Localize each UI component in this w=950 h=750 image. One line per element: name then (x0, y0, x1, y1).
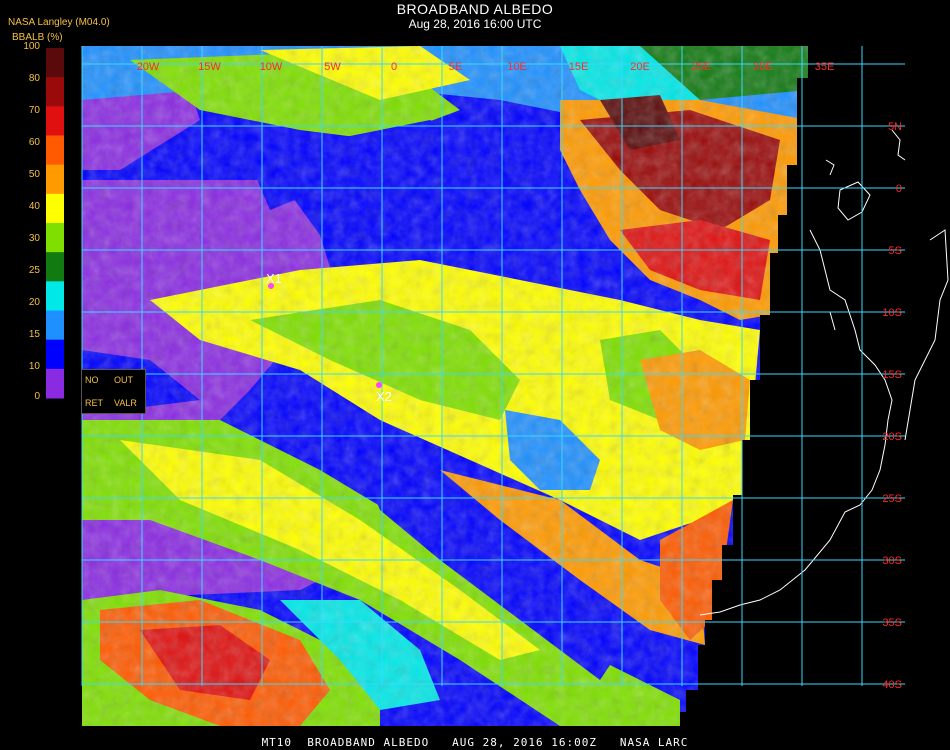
colorbar-tick-label: 40 (28, 201, 40, 212)
lon-label: 15W (198, 61, 221, 73)
lat-label: 15S (882, 369, 902, 381)
lat-label: 25S (882, 493, 902, 505)
colorbar-tick-label: 60 (28, 137, 40, 148)
colorbar-bin (46, 281, 64, 311)
lat-label: 5S (889, 245, 902, 257)
lat-label: 30S (882, 555, 902, 567)
colorbar-tick-label: 10 (28, 361, 40, 372)
lat-label: 35S (882, 617, 902, 629)
lat-label: 20S (882, 431, 902, 443)
lon-label: 15E (569, 61, 589, 73)
lon-label: 0 (391, 61, 397, 73)
missing-data-legend: NO OUT RET VALR (81, 369, 146, 414)
colorbar (46, 48, 64, 399)
marker-x2-label: X2 (376, 389, 392, 404)
legend-ret: RET (85, 398, 103, 408)
lat-label: 0 (896, 183, 902, 195)
colorbar-tick-label: 15 (28, 329, 40, 340)
lon-label: 10E (507, 61, 527, 73)
lon-label: 30E (753, 61, 773, 73)
lon-label: 5W (324, 61, 341, 73)
lon-label: 20W (137, 61, 160, 73)
lon-label: 35E (815, 61, 835, 73)
colorbar-tick-label: 25 (28, 265, 40, 276)
lon-label: 25E (692, 61, 712, 73)
colorbar-bin (46, 310, 64, 341)
brand-label: NASA Langley (M04.0) (8, 17, 110, 28)
colorbar-tick-label: 80 (28, 73, 40, 84)
legend-valr: VALR (114, 398, 137, 408)
colorbar-bin (46, 368, 64, 399)
colorbar-tick-label: 70 (28, 105, 40, 116)
colorbar-tick-label: 100 (23, 41, 40, 52)
legend-out: OUT (114, 375, 133, 385)
lon-label: 5E (449, 61, 462, 73)
footer-caption: MT10 BROADBAND ALBEDO AUG 28, 2016 16:00… (261, 736, 689, 749)
colorbar-bin (46, 252, 64, 282)
colorbar-bin (46, 339, 64, 370)
colorbar-tick-label: 20 (28, 297, 40, 308)
colorbar-bin (46, 164, 64, 195)
colorbar-bin (46, 48, 64, 78)
colorbar-tick-label: 30 (28, 233, 40, 244)
colorbar-tick-label: 50 (28, 169, 40, 180)
lat-label: 10S (882, 307, 902, 319)
lon-label: 10W (260, 61, 283, 73)
map-title: BROADBAND ALBEDO (396, 1, 554, 17)
colorbar-bin (46, 193, 64, 224)
colorbar-tick-label: 0 (34, 391, 40, 402)
marker-x1-label: X1 (266, 271, 282, 286)
colorbar-bin (46, 77, 64, 107)
legend-no: NO (85, 375, 99, 385)
lon-label: 20E (630, 61, 650, 73)
lat-label: 40S (882, 679, 902, 691)
colorbar-bin (46, 135, 64, 166)
lat-label: 5N (888, 121, 902, 133)
map-subtitle: Aug 28, 2016 16:00 UTC (408, 17, 542, 31)
colorbar-bin (46, 223, 64, 253)
colorbar-bin (46, 106, 64, 136)
